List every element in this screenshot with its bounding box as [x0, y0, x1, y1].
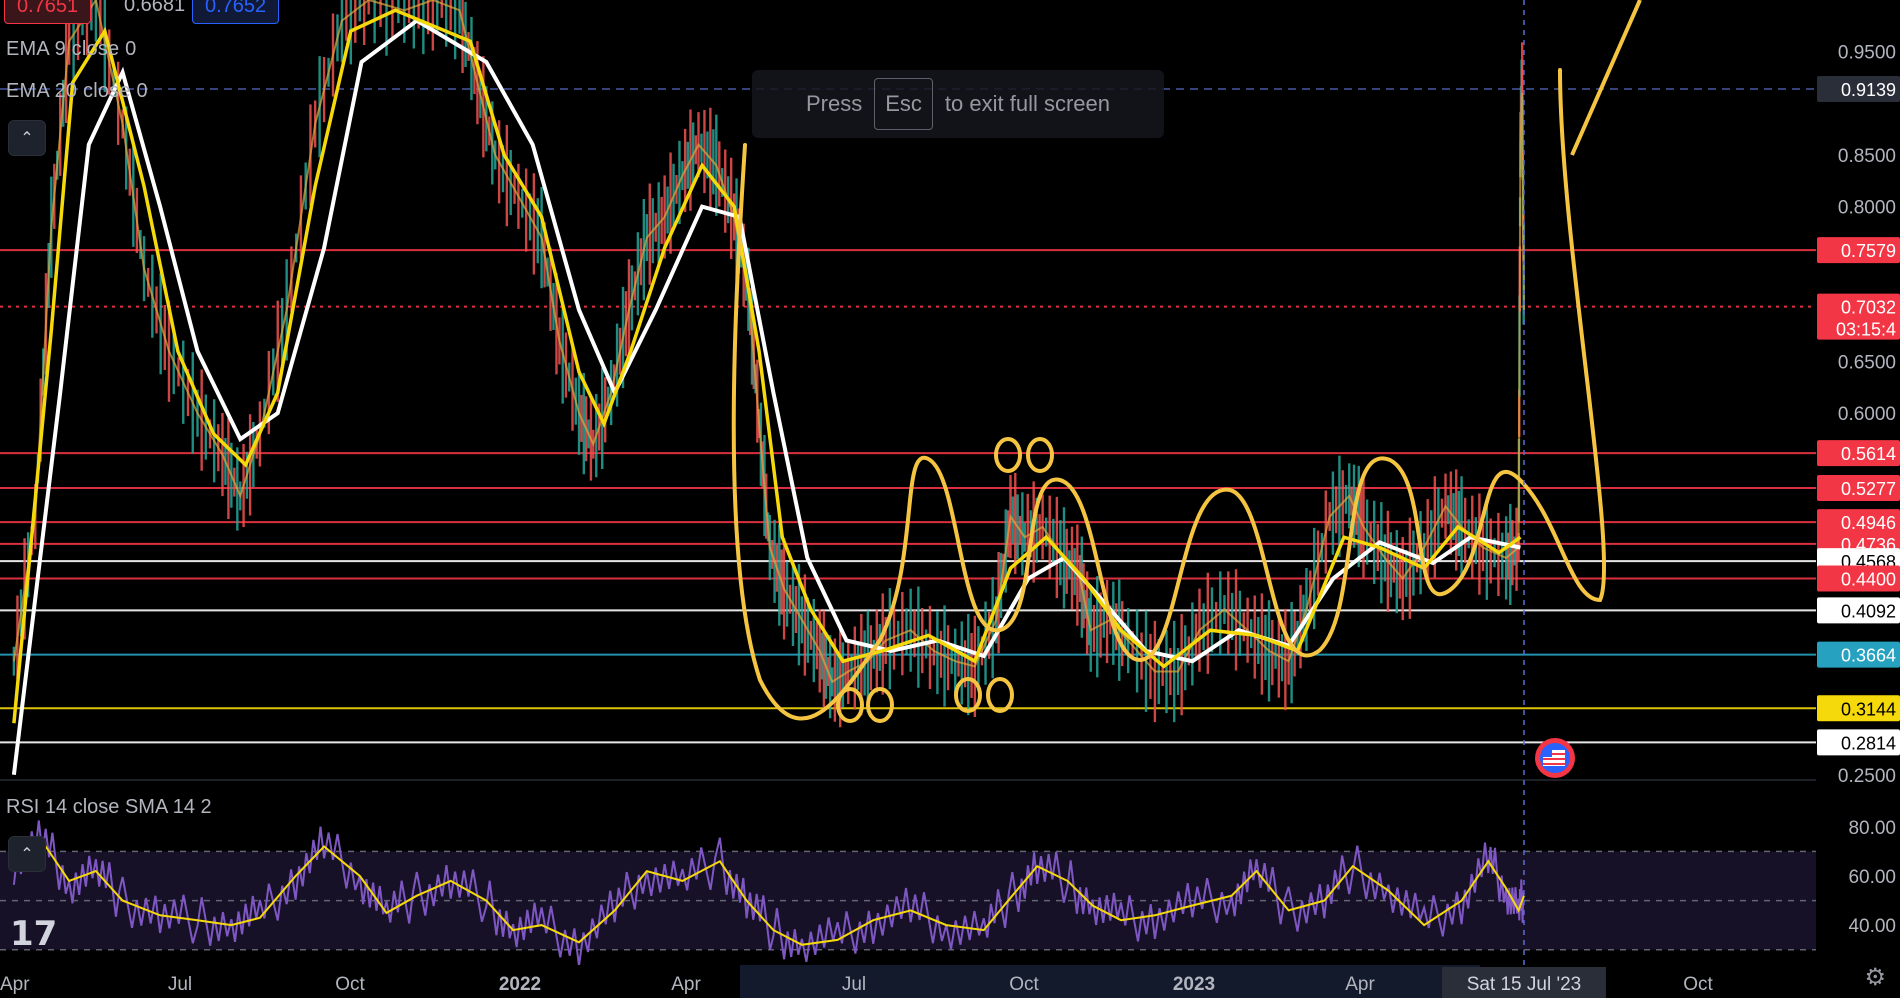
- time-axis-label: Apr: [0, 974, 30, 995]
- gear-icon[interactable]: ⚙: [1864, 963, 1886, 992]
- rsi-tick-label: 60.00: [1848, 867, 1896, 888]
- trading-chart[interactable]: Sat 15 Jul '23 0.9500 0.8500 0.8000 0.6500 0…: [0, 0, 1900, 998]
- price-tick-label: 0.8000: [1838, 198, 1896, 219]
- price-tick-label: 0.6000: [1838, 404, 1896, 425]
- tradingview-logo[interactable]: 17: [10, 914, 57, 954]
- level-label-text: 0.4092: [1841, 601, 1896, 621]
- level-label-text: 0.4946: [1841, 513, 1896, 533]
- time-axis-label: 2022: [499, 974, 541, 995]
- level-label-text: 0.7032: [1841, 298, 1896, 318]
- countdown-text: 03:15:4: [1836, 320, 1896, 340]
- rsi-legend[interactable]: RSI 14 close SMA 14 2: [6, 796, 212, 819]
- price-tick-label: 0.6500: [1838, 353, 1896, 374]
- level-label-text: 0.3144: [1841, 699, 1896, 719]
- level-label-text: 0.9139: [1841, 80, 1896, 100]
- fullscreen-toast: Press Esc to exit full screen: [752, 70, 1164, 138]
- chevron-up-icon: ⌃: [20, 846, 34, 863]
- level-label-text: 0.5614: [1841, 444, 1896, 464]
- ema20-legend[interactable]: EMA 20 close 0: [6, 80, 148, 103]
- open-price-badge: 0.7651: [4, 0, 92, 24]
- time-axis-label: Oct: [1683, 974, 1713, 995]
- ema9-legend-text: EMA 9 close 0: [6, 38, 137, 60]
- collapse-indicators-button[interactable]: ⌃: [8, 120, 46, 156]
- time-axis-label: Jul: [168, 974, 192, 995]
- price-tick-label: 0.2500: [1838, 766, 1896, 787]
- ema20-legend-text: EMA 20 close 0: [6, 80, 148, 102]
- level-label-text: 0.2814: [1841, 733, 1896, 753]
- toast-rest: to exit full screen: [944, 91, 1110, 116]
- time-axis-label: Oct: [335, 974, 365, 995]
- chevron-up-icon: ⌃: [20, 130, 34, 147]
- change-badge: 0.6681: [124, 0, 186, 16]
- rsi-axis-ticks: 80.00 60.00 40.00: [1848, 818, 1896, 937]
- rsi-tick-label: 40.00: [1848, 916, 1896, 937]
- level-label-text: 0.3664: [1841, 646, 1896, 666]
- price-tick-label: 0.9500: [1838, 43, 1896, 64]
- level-label-text: 0.7579: [1841, 241, 1896, 261]
- time-axis-label: Apr: [1345, 974, 1375, 995]
- rsi-legend-text: RSI 14 close SMA 14 2: [6, 796, 212, 818]
- time-axis-label: Apr: [671, 974, 701, 995]
- close-price-badge: 0.7652: [192, 0, 280, 24]
- time-axis-label: Oct: [1009, 974, 1039, 995]
- rsi-tick-label: 80.00: [1848, 818, 1896, 839]
- level-label-text: 0.4400: [1841, 570, 1896, 590]
- time-axis-label: 2023: [1173, 974, 1215, 995]
- price-tick-label: 0.8500: [1838, 146, 1896, 167]
- collapse-rsi-button[interactable]: ⌃: [8, 836, 46, 872]
- level-label-text: 0.5277: [1841, 479, 1896, 499]
- crosshair-date-text: Sat 15 Jul '23: [1467, 974, 1582, 995]
- toast-press: Press: [805, 91, 863, 116]
- us-flag-event-icon[interactable]: [1535, 738, 1575, 778]
- esc-key: Esc: [874, 78, 933, 130]
- time-axis-label: Jul: [842, 974, 866, 995]
- ema9-legend[interactable]: EMA 9 close 0: [6, 38, 136, 61]
